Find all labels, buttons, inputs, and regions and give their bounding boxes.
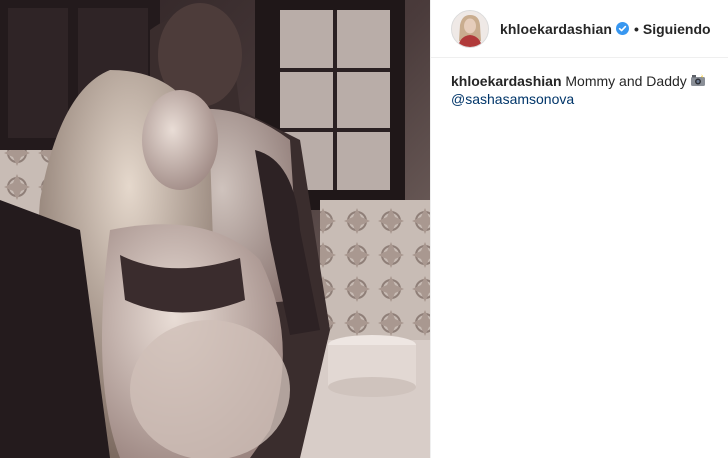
post-header: khloekardashian • Siguiendo [431,0,728,58]
caption-mention-link[interactable]: @sashasamsonova [451,91,574,107]
avatar-image [452,10,488,47]
caption-text: Mommy and Daddy [565,73,687,89]
following-button[interactable]: Siguiendo [643,21,711,37]
post-side-panel: khloekardashian • Siguiendo khloekardash… [430,0,728,458]
verified-badge-icon [616,22,629,35]
header-username[interactable]: khloekardashian [500,21,612,37]
post-photo[interactable] [0,0,430,458]
caption-username[interactable]: khloekardashian [451,73,562,89]
camera-with-flash-icon [690,73,706,86]
avatar[interactable] [451,9,489,48]
instagram-post: khloekardashian • Siguiendo khloekardash… [0,0,728,458]
header-separator: • [634,20,639,37]
post-photo-image [0,0,430,458]
post-caption: khloekardashian Mommy and Daddy @sashasa… [431,58,728,108]
